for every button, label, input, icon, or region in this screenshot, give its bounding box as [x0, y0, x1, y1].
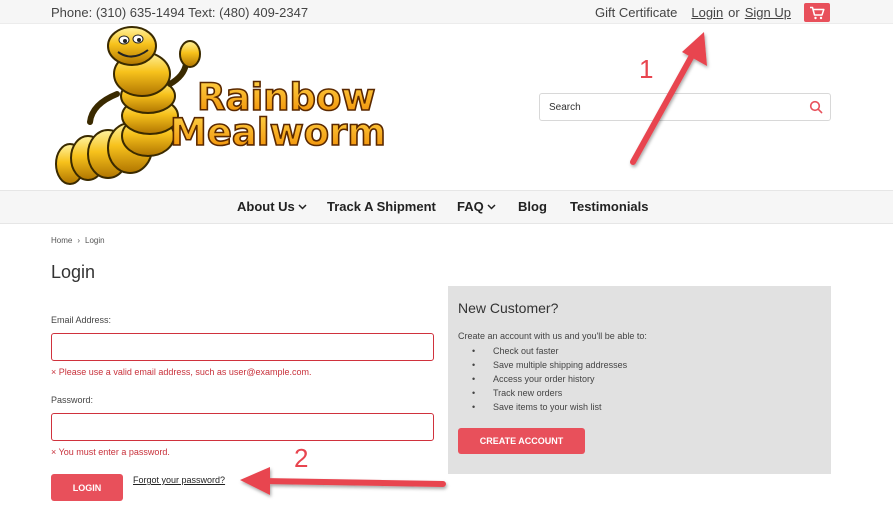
list-item: Save multiple shipping addresses: [472, 358, 627, 372]
account-links: Gift Certificate Login or Sign Up: [595, 5, 791, 20]
email-error: × Please use a valid email address, such…: [51, 367, 312, 377]
search-input[interactable]: [540, 94, 790, 120]
breadcrumb-current: Login: [85, 236, 105, 245]
password-field-wrapper: [51, 413, 434, 441]
search-box: [539, 93, 831, 121]
logo-text-line2: Mealworms: [170, 111, 387, 154]
list-item: Track new orders: [472, 386, 627, 400]
rainbow-mealworms-logo[interactable]: Rainbow Mealworms: [52, 24, 387, 188]
new-customer-description: Create an account with us and you'll be …: [458, 331, 647, 341]
benefits-list: Check out faster Save multiple shipping …: [472, 344, 627, 414]
nav-track-shipment-label: Track A Shipment: [327, 199, 436, 214]
annotation-number-2: 2: [294, 443, 309, 473]
main-nav: About Us Track A Shipment FAQ Blog Testi…: [0, 190, 893, 224]
nav-faq-label: FAQ: [457, 199, 484, 214]
password-label: Password:: [51, 395, 94, 405]
nav-testimonials[interactable]: Testimonials: [570, 199, 649, 214]
search-icon[interactable]: [809, 100, 823, 114]
sign-up-link[interactable]: Sign Up: [745, 5, 791, 20]
password-error: × You must enter a password.: [51, 447, 170, 457]
cart-icon: [810, 6, 825, 19]
email-field[interactable]: [52, 334, 433, 360]
forgot-password-link[interactable]: Forgot your password?: [133, 475, 225, 485]
breadcrumb-home[interactable]: Home: [51, 236, 72, 245]
error-x-icon: ×: [51, 447, 57, 457]
breadcrumb: Home › Login: [51, 236, 105, 245]
nav-blog-label: Blog: [518, 199, 547, 214]
list-item: Access your order history: [472, 372, 627, 386]
create-account-button[interactable]: CREATE ACCOUNT: [458, 428, 585, 454]
chevron-down-icon: [298, 203, 307, 210]
email-field-wrapper: [51, 333, 434, 361]
list-item: Save items to your wish list: [472, 400, 627, 414]
or-text: or: [728, 5, 740, 20]
breadcrumb-separator: ›: [77, 236, 81, 245]
phone-text: Phone: (310) 635-1494 Text: (480) 409-23…: [51, 5, 309, 20]
gift-certificate-link[interactable]: Gift Certificate: [595, 5, 677, 20]
password-field[interactable]: [52, 414, 433, 440]
nav-track-shipment[interactable]: Track A Shipment: [327, 199, 436, 214]
chevron-down-icon: [487, 203, 496, 210]
annotation-arrow-2: [240, 467, 446, 495]
cart-button[interactable]: [804, 3, 830, 22]
login-button[interactable]: LOGIN: [51, 474, 123, 501]
nav-blog[interactable]: Blog: [518, 199, 547, 214]
list-item: Check out faster: [472, 344, 627, 358]
nav-about-us[interactable]: About Us: [237, 199, 307, 214]
new-customer-title: New Customer?: [458, 300, 559, 316]
email-error-text: Please use a valid email address, such a…: [58, 367, 312, 377]
page-title: Login: [51, 262, 96, 282]
password-error-text: You must enter a password.: [58, 447, 170, 457]
email-label: Email Address:: [51, 315, 112, 325]
error-x-icon: ×: [51, 367, 57, 377]
top-bar: Phone: (310) 635-1494 Text: (480) 409-23…: [0, 0, 893, 24]
annotation-number-1: 1: [639, 54, 654, 84]
new-customer-panel: New Customer? Create an account with us …: [448, 286, 831, 474]
nav-about-us-label: About Us: [237, 199, 295, 214]
nav-testimonials-label: Testimonials: [570, 199, 649, 214]
login-link[interactable]: Login: [691, 5, 723, 20]
nav-faq[interactable]: FAQ: [457, 199, 496, 214]
